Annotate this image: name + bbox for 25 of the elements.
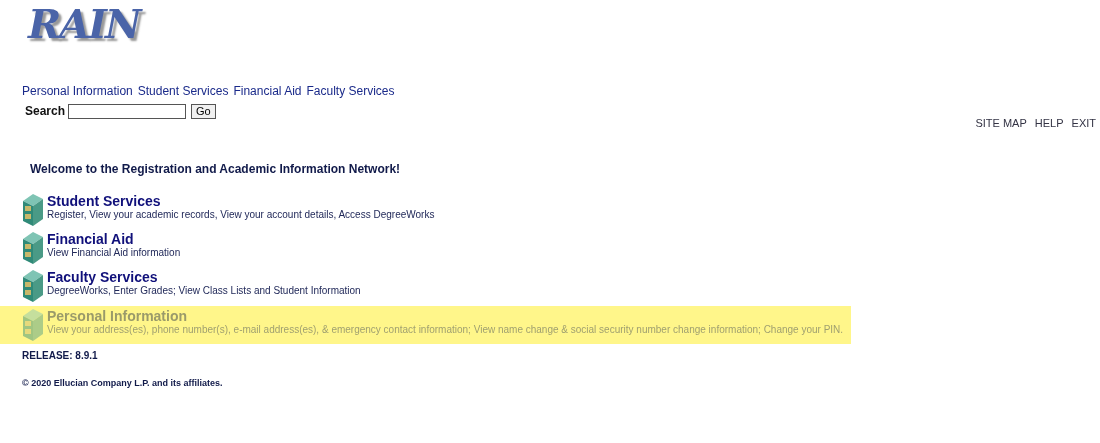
file-cabinet-icon bbox=[22, 269, 44, 303]
go-button[interactable]: Go bbox=[191, 103, 216, 119]
menu-description: View your address(es), phone number(s), e-mail address(es), & emergency contact information; View name change & social security number change information; Change your PIN. bbox=[47, 324, 844, 336]
nav-link[interactable]: Financial Aid bbox=[233, 82, 302, 100]
menu-description: DegreeWorks, Enter Grades; View Class Lists and Student Information bbox=[47, 285, 361, 297]
utility-link[interactable]: HELP bbox=[1034, 115, 1064, 132]
file-cabinet-icon bbox=[22, 193, 44, 227]
menu-link[interactable]: Student Services bbox=[47, 193, 435, 209]
nav-link[interactable]: Personal Information bbox=[22, 82, 133, 100]
nav-link[interactable]: Student Services bbox=[137, 82, 229, 100]
file-cabinet-icon bbox=[22, 308, 44, 342]
logo: RAIN bbox=[28, 2, 140, 46]
utility-link[interactable]: EXIT bbox=[1071, 115, 1096, 132]
file-cabinet-icon bbox=[22, 231, 44, 265]
copyright-text: © 2020 Ellucian Company L.P. and its affiliates. bbox=[21, 377, 224, 390]
search-label: Search bbox=[25, 103, 66, 120]
nav-link[interactable]: Faculty Services bbox=[306, 82, 395, 100]
welcome-heading: Welcome to the Registration and Academic Information Network! bbox=[29, 161, 402, 178]
menu-description: Register, View your academic records, View your account details, Access DegreeWorks bbox=[47, 209, 435, 221]
utility-link[interactable]: SITE MAP bbox=[975, 115, 1027, 132]
release-version: RELEASE: 8.9.1 bbox=[21, 349, 99, 363]
menu-link[interactable]: Faculty Services bbox=[47, 269, 361, 285]
search-field[interactable] bbox=[68, 103, 187, 119]
menu-link[interactable]: Financial Aid bbox=[47, 231, 181, 247]
menu-description: View Financial Aid information bbox=[47, 247, 181, 259]
